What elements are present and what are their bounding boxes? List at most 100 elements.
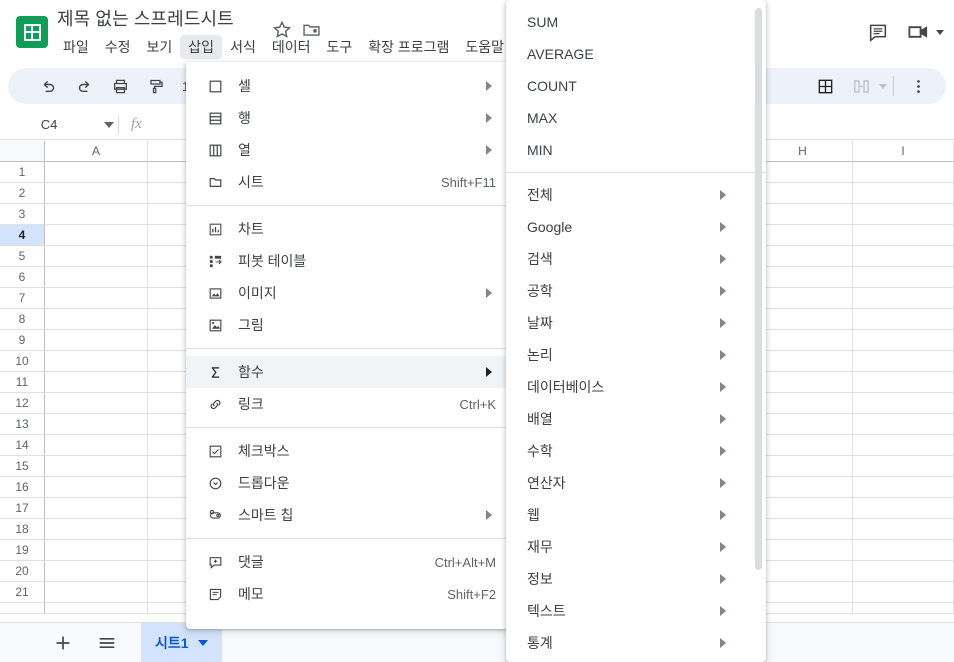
row-header-19[interactable]: 19: [0, 540, 45, 561]
grid-cell[interactable]: [45, 540, 148, 561]
menu-insert[interactable]: 삽입: [180, 35, 223, 59]
insert-menu-item-column[interactable]: 열: [186, 134, 510, 166]
grid-cell[interactable]: [753, 288, 853, 309]
grid-cell[interactable]: [853, 477, 954, 498]
function-submenu-item[interactable]: 데이터베이스: [506, 371, 766, 403]
menu-view[interactable]: 보기: [139, 35, 181, 59]
function-submenu-item[interactable]: 전체: [506, 179, 766, 211]
grid-cell[interactable]: [45, 183, 148, 204]
row-header-13[interactable]: 13: [0, 414, 45, 435]
grid-cell[interactable]: [753, 477, 853, 498]
grid-cell[interactable]: [45, 519, 148, 540]
row-header-6[interactable]: 6: [0, 267, 45, 288]
row-header-10[interactable]: 10: [0, 351, 45, 372]
grid-cell[interactable]: [853, 519, 954, 540]
row-header-2[interactable]: 2: [0, 183, 45, 204]
function-submenu-item[interactable]: SUM: [506, 6, 766, 38]
function-submenu-item[interactable]: 정보: [506, 563, 766, 595]
grid-cell[interactable]: [753, 309, 853, 330]
grid-cell[interactable]: [853, 204, 954, 225]
grid-cell[interactable]: [45, 372, 148, 393]
row-header-7[interactable]: 7: [0, 288, 45, 309]
function-submenu-item[interactable]: 날짜: [506, 307, 766, 339]
merge-dropdown-caret-icon[interactable]: [879, 83, 887, 89]
submenu-scrollbar-thumb[interactable]: [755, 8, 762, 570]
function-submenu-item[interactable]: MIN: [506, 134, 766, 166]
insert-menu-item-image[interactable]: 이미지: [186, 277, 510, 309]
function-submenu-item[interactable]: AVERAGE: [506, 38, 766, 70]
menu-format[interactable]: 서식: [222, 35, 264, 59]
grid-cell[interactable]: [853, 351, 954, 372]
row-header-14[interactable]: 14: [0, 435, 45, 456]
grid-cell[interactable]: [45, 309, 148, 330]
grid-cell[interactable]: [45, 603, 148, 614]
grid-cell[interactable]: [45, 414, 148, 435]
row-header-20[interactable]: 20: [0, 561, 45, 582]
grid-cell[interactable]: [753, 183, 853, 204]
grid-cell[interactable]: [45, 435, 148, 456]
hamburger-list-icon[interactable]: [89, 625, 125, 661]
row-header-21[interactable]: 21: [0, 582, 45, 603]
more-options-icon[interactable]: [903, 71, 933, 101]
insert-menu-item-row[interactable]: 행: [186, 102, 510, 134]
grid-cell[interactable]: [753, 225, 853, 246]
function-submenu-item[interactable]: MAX: [506, 102, 766, 134]
grid-cell[interactable]: [45, 225, 148, 246]
function-submenu-item[interactable]: COUNT: [506, 70, 766, 102]
insert-menu-item-pivot-table[interactable]: 피봇 테이블: [186, 245, 510, 277]
grid-cell[interactable]: [853, 267, 954, 288]
row-header-5[interactable]: 5: [0, 246, 45, 267]
meet-dropdown-caret-icon[interactable]: [936, 29, 944, 35]
function-submenu-item[interactable]: 논리: [506, 339, 766, 371]
name-box-caret-icon[interactable]: [104, 121, 114, 128]
grid-cell[interactable]: [853, 603, 954, 614]
grid-cell[interactable]: [45, 246, 148, 267]
grid-cell[interactable]: [853, 498, 954, 519]
function-submenu-item[interactable]: 공학: [506, 275, 766, 307]
grid-cell[interactable]: [45, 267, 148, 288]
grid-cell[interactable]: [45, 477, 148, 498]
row-header-12[interactable]: 12: [0, 393, 45, 414]
row-header-15[interactable]: 15: [0, 456, 45, 477]
plus-icon[interactable]: [45, 625, 81, 661]
menu-extensions[interactable]: 확장 프로그램: [360, 35, 457, 59]
grid-cell[interactable]: [753, 540, 853, 561]
redo-icon[interactable]: [69, 71, 99, 101]
name-box[interactable]: C4: [0, 117, 98, 132]
insert-menu-item-checkbox[interactable]: 체크박스: [186, 435, 510, 467]
grid-cell[interactable]: [753, 204, 853, 225]
row-header-17[interactable]: 17: [0, 498, 45, 519]
row-header-11[interactable]: 11: [0, 372, 45, 393]
grid-cell[interactable]: [753, 267, 853, 288]
paint-format-icon[interactable]: [141, 71, 171, 101]
grid-cell[interactable]: [853, 456, 954, 477]
document-title[interactable]: 제목 없는 스프레드시트: [57, 5, 234, 31]
function-submenu-item[interactable]: 배열: [506, 403, 766, 435]
menu-data[interactable]: 데이터: [264, 35, 319, 59]
function-submenu-item[interactable]: 통계: [506, 627, 766, 659]
merge-cells-icon[interactable]: [846, 71, 876, 101]
grid-cell[interactable]: [853, 582, 954, 603]
insert-menu-item-note[interactable]: 메모 Shift+F2: [186, 578, 510, 610]
function-submenu-item[interactable]: 재무: [506, 531, 766, 563]
insert-menu-item-smart-chip[interactable]: 스마트 칩: [186, 499, 510, 531]
sheet-tab-caret-icon[interactable]: [197, 639, 208, 646]
grid-cell[interactable]: [45, 288, 148, 309]
grid-cell[interactable]: [753, 561, 853, 582]
comment-history-icon[interactable]: [858, 12, 898, 52]
row-header-partial[interactable]: [0, 603, 45, 614]
grid-cell[interactable]: [753, 330, 853, 351]
grid-cell[interactable]: [853, 372, 954, 393]
function-submenu-item[interactable]: 검색: [506, 243, 766, 275]
column-header-H[interactable]: H: [753, 141, 853, 162]
insert-menu-item-drawing[interactable]: 그림: [186, 309, 510, 341]
row-header-4[interactable]: 4: [0, 225, 45, 246]
grid-cell[interactable]: [45, 162, 148, 183]
grid-cell[interactable]: [45, 498, 148, 519]
function-submenu-item[interactable]: 수학: [506, 435, 766, 467]
grid-cell[interactable]: [45, 561, 148, 582]
grid-cell[interactable]: [45, 582, 148, 603]
grid-cell[interactable]: [753, 246, 853, 267]
grid-cell[interactable]: [753, 435, 853, 456]
grid-cell[interactable]: [853, 246, 954, 267]
